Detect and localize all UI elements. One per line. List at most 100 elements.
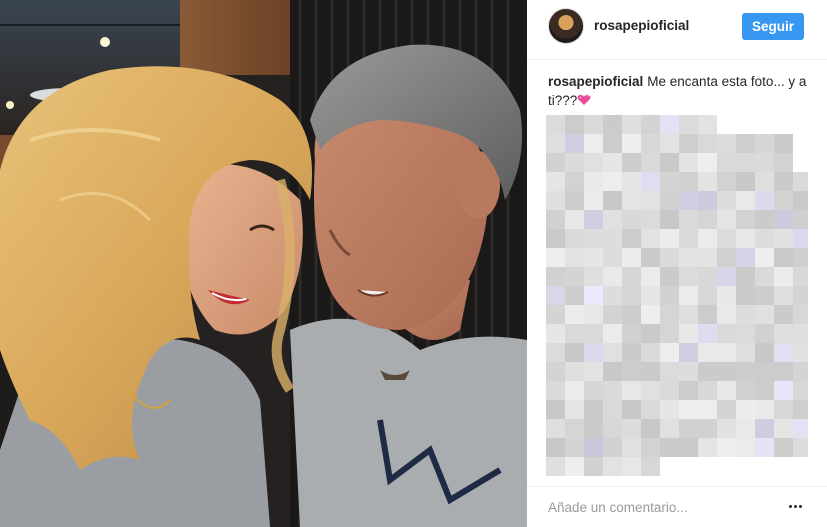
blur-cell xyxy=(717,381,736,400)
blur-cell xyxy=(546,248,565,267)
blur-cell xyxy=(717,267,736,286)
blur-cell xyxy=(641,362,660,381)
blur-cell xyxy=(584,210,603,229)
blur-cell xyxy=(546,400,565,419)
blur-cell xyxy=(793,419,808,438)
blur-cell xyxy=(546,305,565,324)
blur-cell xyxy=(774,229,793,248)
blur-cell xyxy=(641,191,660,210)
blur-cell xyxy=(679,324,698,343)
blur-cell xyxy=(660,438,679,457)
blur-cell xyxy=(660,286,679,305)
blur-cell xyxy=(546,362,565,381)
blur-cell xyxy=(793,438,808,457)
blur-cell xyxy=(698,172,717,191)
blur-cell xyxy=(755,172,774,191)
blur-cell xyxy=(546,172,565,191)
instagram-post: rosapepioficial Seguir rosapepioficial Me… xyxy=(0,0,827,527)
blur-cell xyxy=(660,400,679,419)
blur-cell xyxy=(622,400,641,419)
blur-cell xyxy=(660,134,679,153)
blur-cell xyxy=(603,419,622,438)
blur-cell xyxy=(736,267,755,286)
blur-cell xyxy=(565,191,584,210)
blur-cell xyxy=(698,153,717,172)
header-username[interactable]: rosapepioficial xyxy=(594,18,689,33)
blurred-comments xyxy=(546,115,808,476)
blur-cell xyxy=(755,134,774,153)
blur-cell xyxy=(736,343,755,362)
blur-cell xyxy=(641,267,660,286)
follow-button[interactable]: Seguir xyxy=(742,13,804,40)
blur-cell xyxy=(755,191,774,210)
blur-cell xyxy=(755,286,774,305)
post-photo[interactable] xyxy=(0,0,527,527)
blur-cell xyxy=(774,248,793,267)
blur-cell xyxy=(565,153,584,172)
blur-cell xyxy=(641,457,660,476)
blur-cell xyxy=(679,191,698,210)
blur-cell xyxy=(641,172,660,191)
blur-cell xyxy=(641,400,660,419)
blur-cell xyxy=(717,419,736,438)
blur-cell xyxy=(698,115,717,134)
blur-cell xyxy=(679,362,698,381)
blur-cell xyxy=(736,305,755,324)
comment-input[interactable] xyxy=(548,497,768,517)
blur-cell xyxy=(717,438,736,457)
blur-cell xyxy=(698,324,717,343)
blur-cell xyxy=(736,286,755,305)
blur-cell xyxy=(565,115,584,134)
blur-cell xyxy=(679,305,698,324)
blur-cell xyxy=(736,153,755,172)
blur-cell xyxy=(603,267,622,286)
blur-cell xyxy=(546,153,565,172)
blur-cell xyxy=(679,267,698,286)
blur-cell xyxy=(565,343,584,362)
blur-cell xyxy=(603,305,622,324)
blur-cell xyxy=(641,286,660,305)
blur-cell xyxy=(603,381,622,400)
caption-username[interactable]: rosapepioficial xyxy=(548,74,643,89)
blur-cell xyxy=(698,267,717,286)
blur-cell xyxy=(755,438,774,457)
blur-cell xyxy=(793,305,808,324)
blur-cell xyxy=(603,362,622,381)
blur-cell xyxy=(565,172,584,191)
blur-cell xyxy=(622,267,641,286)
blur-cell xyxy=(584,191,603,210)
ellipsis-icon[interactable] xyxy=(785,497,805,515)
blur-cell xyxy=(717,248,736,267)
blur-cell xyxy=(736,172,755,191)
blur-cell xyxy=(565,400,584,419)
blur-cell xyxy=(793,191,808,210)
blur-cell xyxy=(603,286,622,305)
blur-cell xyxy=(736,419,755,438)
blur-cell xyxy=(679,134,698,153)
blur-cell xyxy=(755,229,774,248)
caption: rosapepioficial Me encanta esta foto... y… xyxy=(548,72,808,110)
post-side-panel: rosapepioficial Seguir rosapepioficial Me… xyxy=(527,0,827,527)
blur-cell xyxy=(603,400,622,419)
blur-cell xyxy=(584,229,603,248)
blur-cell xyxy=(584,324,603,343)
blur-cell xyxy=(584,343,603,362)
blur-cell xyxy=(736,381,755,400)
blur-cell xyxy=(565,267,584,286)
blur-cell xyxy=(679,248,698,267)
blur-cell xyxy=(736,134,755,153)
blur-cell xyxy=(698,400,717,419)
blur-cell xyxy=(660,305,679,324)
blur-cell xyxy=(736,229,755,248)
blur-cell xyxy=(698,248,717,267)
blur-cell xyxy=(717,153,736,172)
blur-cell xyxy=(774,305,793,324)
blur-cell xyxy=(736,191,755,210)
blur-cell xyxy=(641,438,660,457)
blur-cell xyxy=(622,153,641,172)
avatar[interactable] xyxy=(548,8,584,44)
blur-cell xyxy=(641,229,660,248)
blur-cell xyxy=(603,172,622,191)
blur-cell xyxy=(584,438,603,457)
blur-cell xyxy=(679,115,698,134)
